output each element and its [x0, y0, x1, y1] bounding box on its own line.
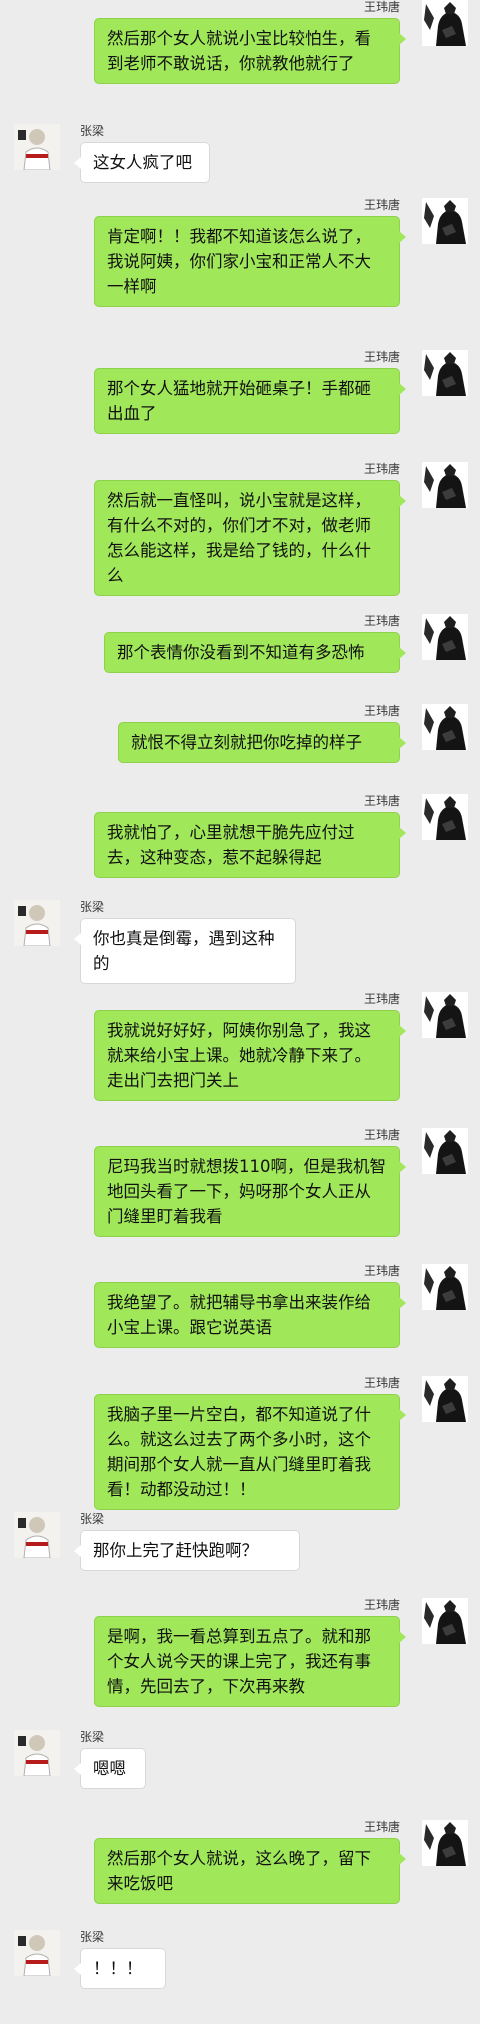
message-bubble[interactable]: 尼玛我当时就想拨110啊，但是我机智地回头看了一下，妈呀那个女人正从门缝里盯着我…	[94, 1146, 406, 1237]
avatar-figure-icon[interactable]	[14, 1930, 60, 1976]
sender-name: 王玮唐	[363, 1820, 400, 1834]
message-bubble[interactable]: 然后那个女人就说，这么晚了，留下来吃饭吧	[94, 1838, 406, 1904]
message-bubble[interactable]: 就恨不得立刻就把你吃掉的样子	[118, 722, 406, 763]
message-bubble[interactable]: 那个女人猛地就开始砸桌子！手都砸出血了	[94, 368, 406, 434]
message-bubble[interactable]: 嗯嗯	[74, 1748, 146, 1789]
avatar-dark-figure-icon[interactable]	[422, 1376, 468, 1422]
avatar-figure-icon[interactable]	[14, 900, 60, 946]
avatar-dark-figure-icon[interactable]	[422, 1264, 468, 1310]
sender-name: 张梁	[80, 124, 105, 138]
message-bubble[interactable]: 我就说好好好，阿姨你别急了，我这就来给小宝上课。她就冷静下来了。走出门去把门关上	[94, 1010, 406, 1101]
message-bubble[interactable]: 是啊，我一看总算到五点了。就和那个女人说今天的课上完了，我还有事情，先回去了，下…	[94, 1616, 406, 1707]
avatar-figure-icon[interactable]	[14, 1730, 60, 1776]
message-bubble[interactable]: 那个表情你没看到不知道有多恐怖	[104, 632, 406, 673]
sender-name: 王玮唐	[363, 614, 400, 628]
sender-name: 张梁	[80, 1930, 105, 1944]
chat-window: 王玮唐 然后那个女人就说小宝比较怕生，看到老师不敢说话，你就教他就行了 张梁 这…	[0, 0, 480, 2024]
avatar-dark-figure-icon[interactable]	[422, 1128, 468, 1174]
avatar-dark-figure-icon[interactable]	[422, 350, 468, 396]
avatar-dark-figure-icon[interactable]	[422, 704, 468, 750]
sender-name: 王玮唐	[363, 992, 400, 1006]
avatar-figure-icon[interactable]	[14, 124, 60, 170]
message-bubble[interactable]: 然后那个女人就说小宝比较怕生，看到老师不敢说话，你就教他就行了	[94, 18, 406, 84]
sender-name: 张梁	[80, 900, 105, 914]
avatar-dark-figure-icon[interactable]	[422, 992, 468, 1038]
message-bubble[interactable]: ！！！	[74, 1948, 166, 1989]
avatar-figure-icon[interactable]	[14, 1512, 60, 1558]
avatar-dark-figure-icon[interactable]	[422, 794, 468, 840]
sender-name: 王玮唐	[363, 1264, 400, 1278]
sender-name: 王玮唐	[363, 794, 400, 808]
message-bubble[interactable]: 那你上完了赶快跑啊？	[74, 1530, 300, 1571]
avatar-dark-figure-icon[interactable]	[422, 198, 468, 244]
sender-name: 王玮唐	[363, 0, 400, 14]
message-bubble[interactable]: 我就怕了，心里就想干脆先应付过去，这种变态，惹不起躲得起	[94, 812, 406, 878]
sender-name: 张梁	[80, 1512, 105, 1526]
message-bubble[interactable]: 这女人疯了吧	[74, 142, 210, 183]
message-bubble[interactable]: 我绝望了。就把辅导书拿出来装作给小宝上课。跟它说英语	[94, 1282, 406, 1348]
message-bubble[interactable]: 肯定啊！！我都不知道该怎么说了，我说阿姨，你们家小宝和正常人不大一样啊	[94, 216, 406, 307]
sender-name: 王玮唐	[363, 1598, 400, 1612]
avatar-dark-figure-icon[interactable]	[422, 614, 468, 660]
sender-name: 王玮唐	[363, 1128, 400, 1142]
sender-name: 王玮唐	[363, 1376, 400, 1390]
avatar-dark-figure-icon[interactable]	[422, 0, 468, 46]
sender-name: 王玮唐	[363, 462, 400, 476]
sender-name: 王玮唐	[363, 350, 400, 364]
message-bubble[interactable]: 你也真是倒霉，遇到这种的	[74, 918, 296, 984]
avatar-dark-figure-icon[interactable]	[422, 1820, 468, 1866]
sender-name: 王玮唐	[363, 198, 400, 212]
avatar-dark-figure-icon[interactable]	[422, 462, 468, 508]
message-bubble[interactable]: 然后就一直怪叫，说小宝就是这样，有什么不对的，你们才不对，做老师怎么能这样，我是…	[94, 480, 406, 596]
message-bubble[interactable]: 我脑子里一片空白，都不知道说了什么。就这么过去了两个多小时，这个期间那个女人就一…	[94, 1394, 406, 1510]
avatar-dark-figure-icon[interactable]	[422, 1598, 468, 1644]
sender-name: 张梁	[80, 1730, 105, 1744]
sender-name: 王玮唐	[363, 704, 400, 718]
